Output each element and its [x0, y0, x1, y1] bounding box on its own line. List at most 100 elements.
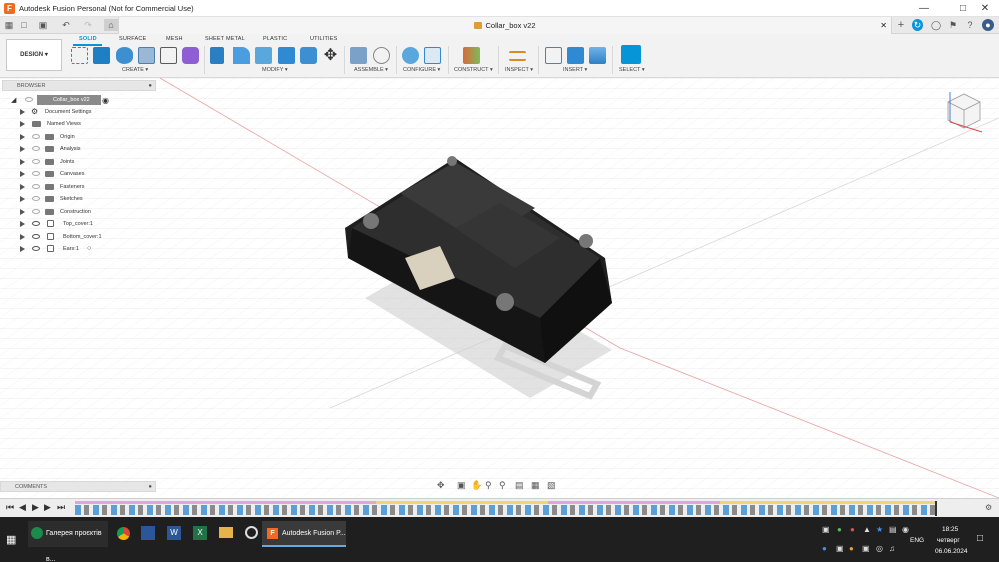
- browser-item[interactable]: Bottom_cover:1: [0, 231, 156, 243]
- viewports-icon[interactable]: ▧: [547, 480, 556, 491]
- move-icon[interactable]: ✥: [322, 47, 339, 64]
- visibility-icon[interactable]: [32, 246, 40, 251]
- tray-icon[interactable]: ●: [822, 544, 827, 553]
- tray-icon[interactable]: ●: [850, 525, 855, 534]
- start-icon[interactable]: ▦: [6, 533, 16, 546]
- timeline-settings-icon[interactable]: ⚙: [985, 503, 992, 512]
- expand-icon[interactable]: [20, 196, 25, 202]
- timeline-features[interactable]: [75, 505, 935, 515]
- comments-panel[interactable]: COMMENTS ●: [0, 481, 156, 492]
- view-cube[interactable]: [942, 88, 986, 136]
- browser-item[interactable]: Construction: [0, 206, 156, 218]
- visibility-icon[interactable]: [32, 184, 40, 189]
- tray-icon[interactable]: ▤: [889, 525, 897, 534]
- undo-icon[interactable]: ↶: [60, 19, 72, 31]
- job-status-icon[interactable]: ◯: [931, 19, 941, 31]
- chamfer-icon[interactable]: [255, 47, 272, 64]
- play-icon[interactable]: ▶: [32, 502, 39, 513]
- root-label[interactable]: Collar_box v22: [37, 95, 101, 105]
- bluetooth-icon[interactable]: ★: [876, 525, 883, 534]
- visibility-icon[interactable]: [25, 97, 33, 102]
- step-forward-icon[interactable]: ▶: [44, 502, 51, 513]
- select-menu[interactable]: SELECT ▾: [619, 67, 645, 73]
- notifications-icon[interactable]: ⚑: [948, 19, 958, 31]
- browser-root[interactable]: ◢ Collar_box v22 ◉: [0, 94, 156, 106]
- save-icon[interactable]: ▣: [38, 19, 48, 31]
- browser-item[interactable]: Named Views: [0, 118, 156, 130]
- extrude-icon[interactable]: [93, 47, 110, 64]
- tray-icon[interactable]: ◉: [902, 525, 909, 534]
- tab-solid[interactable]: SOLID: [79, 36, 97, 42]
- panel-toggle-icon[interactable]: ●: [148, 81, 152, 92]
- revolve-icon[interactable]: [116, 47, 133, 64]
- fillet-icon[interactable]: [233, 47, 250, 64]
- orbit-icon[interactable]: ✥: [437, 480, 445, 491]
- expand-icon[interactable]: [20, 184, 25, 190]
- visibility-icon[interactable]: [32, 134, 40, 139]
- language-indicator[interactable]: ENG: [910, 537, 924, 544]
- wifi-icon[interactable]: ◎: [876, 544, 883, 553]
- timeline-marker[interactable]: [935, 501, 937, 516]
- expand-icon[interactable]: [20, 209, 25, 215]
- chrome-icon[interactable]: [117, 527, 130, 540]
- assemble-menu[interactable]: ASSEMBLE ▾: [354, 67, 388, 73]
- select-icon[interactable]: [621, 45, 641, 64]
- grid-settings-icon[interactable]: ▦: [531, 480, 540, 491]
- visibility-icon[interactable]: [32, 171, 40, 176]
- browser-item[interactable]: Analysis: [0, 143, 156, 155]
- close-icon[interactable]: ✕: [970, 0, 999, 17]
- browser-item[interactable]: Origin: [0, 131, 156, 143]
- pattern-icon[interactable]: [160, 47, 177, 64]
- minimize-icon[interactable]: —: [909, 0, 939, 17]
- tab-utilities[interactable]: UTILITIES: [310, 36, 337, 42]
- taskbar-app-gallery[interactable]: Галерея проєктів в...: [28, 521, 108, 562]
- expand-icon[interactable]: [20, 109, 25, 115]
- expand-icon[interactable]: [20, 159, 25, 165]
- clock-day[interactable]: четверг: [937, 537, 960, 544]
- expand-icon[interactable]: [20, 171, 25, 177]
- modify-menu[interactable]: MODIFY ▾: [262, 67, 288, 73]
- word-icon[interactable]: W: [167, 526, 181, 540]
- press-pull-icon[interactable]: [210, 47, 224, 64]
- pan-icon[interactable]: ✋: [471, 480, 482, 491]
- browser-item[interactable]: Ears:1 ○: [0, 243, 156, 255]
- browser-item[interactable]: Fasteners: [0, 181, 156, 193]
- insert-derive-icon[interactable]: [545, 47, 562, 64]
- visibility-icon[interactable]: [32, 221, 40, 226]
- tab-mesh[interactable]: MESH: [166, 36, 183, 42]
- tray-icon[interactable]: ●: [837, 525, 842, 534]
- inspect-menu[interactable]: INSPECT ▾: [505, 67, 533, 73]
- document-tab[interactable]: Collar_box v22 ✕: [118, 17, 892, 34]
- go-to-start-icon[interactable]: ⏮: [6, 502, 14, 513]
- form-icon[interactable]: [182, 47, 199, 64]
- combine-icon[interactable]: [278, 47, 295, 64]
- create-sketch-icon[interactable]: [71, 47, 88, 64]
- app-icon[interactable]: [141, 526, 155, 540]
- create-menu[interactable]: CREATE ▾: [122, 67, 148, 73]
- expand-icon[interactable]: [20, 234, 25, 240]
- tab-surface[interactable]: SURFACE: [119, 36, 146, 42]
- tray-icon[interactable]: ▣: [836, 544, 844, 553]
- browser-item[interactable]: ⚙ Document Settings: [0, 106, 156, 118]
- expand-icon[interactable]: [20, 146, 25, 152]
- construct-menu[interactable]: CONSTRUCT ▾: [454, 67, 493, 73]
- tray-icon[interactable]: ▣: [862, 544, 870, 553]
- configure-menu[interactable]: CONFIGURE ▾: [403, 67, 440, 73]
- insert-mesh-icon[interactable]: [567, 47, 584, 64]
- workspace-switcher[interactable]: DESIGN ▾: [6, 39, 62, 71]
- home-icon[interactable]: ⌂: [104, 19, 118, 31]
- close-tab-icon[interactable]: ✕: [880, 17, 887, 34]
- display-settings-icon[interactable]: ▤: [515, 480, 524, 491]
- zoom-icon[interactable]: ⚲: [485, 480, 492, 491]
- configure-table-icon[interactable]: [424, 47, 441, 64]
- redo-icon[interactable]: ↷: [82, 19, 94, 31]
- help-icon[interactable]: ?: [965, 19, 975, 31]
- new-component-icon[interactable]: [350, 47, 367, 64]
- browser-item[interactable]: Top_cover:1: [0, 218, 156, 230]
- volume-icon[interactable]: ♫: [889, 544, 895, 553]
- visibility-icon[interactable]: [32, 234, 40, 239]
- steam-icon[interactable]: [245, 526, 258, 539]
- expand-icon[interactable]: [20, 121, 25, 127]
- user-avatar[interactable]: ●: [982, 19, 994, 31]
- activate-radio-icon[interactable]: ○: [87, 243, 91, 255]
